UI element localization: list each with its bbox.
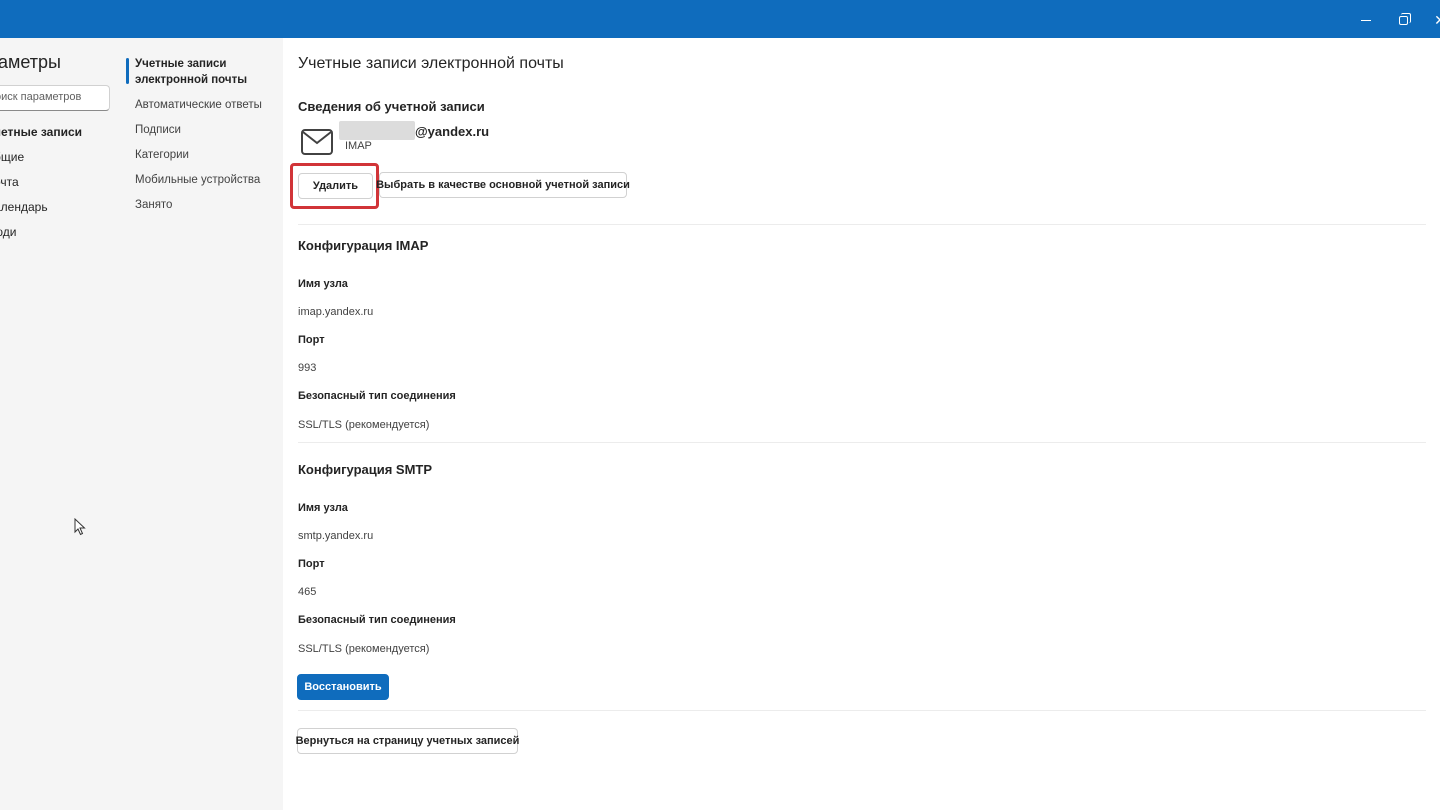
settings-sidebar: аметры оиск параметров четные записи бщи… <box>0 38 283 810</box>
sidebar-item-accounts[interactable]: четные записи <box>0 125 82 139</box>
back-to-accounts-button[interactable]: Вернуться на страницу учетных записей <box>296 728 519 754</box>
subnav-item-mobile-devices[interactable]: Мобильные устройства <box>135 172 260 188</box>
minimize-button[interactable] <box>1356 10 1376 30</box>
subnav-item-email-accounts[interactable]: Учетные записи электронной почты <box>135 56 247 88</box>
sidebar-item-general[interactable]: бщие <box>0 150 24 164</box>
smtp-port-label: Порт <box>298 558 325 570</box>
delete-account-button[interactable]: Удалить <box>298 173 373 199</box>
mail-icon <box>301 129 333 155</box>
set-primary-account-button[interactable]: Выбрать в качестве основной учетной запи… <box>376 172 630 198</box>
sidebar-item-mail[interactable]: очта <box>0 175 19 189</box>
minimize-icon <box>1361 19 1371 21</box>
imap-port-value: 993 <box>298 362 317 374</box>
smtp-security-value: SSL/TLS (рекомендуется) <box>298 643 430 655</box>
subnav-item-busy[interactable]: Занято <box>135 197 172 213</box>
imap-port-label: Порт <box>298 334 325 346</box>
subnav-item-auto-replies[interactable]: Автоматические ответы <box>135 97 262 113</box>
mouse-cursor-icon <box>74 518 86 536</box>
divider <box>298 224 1426 225</box>
account-type: IMAP <box>345 140 372 152</box>
imap-host-value: imap.yandex.ru <box>298 306 374 318</box>
main-content: Учетные записи электронной почты Сведени… <box>283 38 1440 810</box>
email-username-redacted <box>339 121 415 140</box>
subnav-item-categories[interactable]: Категории <box>135 147 189 163</box>
imap-host-label: Имя узла <box>298 278 348 290</box>
account-email: @yandex.ru <box>415 124 490 139</box>
close-button[interactable]: ✕ <box>1430 10 1440 30</box>
page-title: Учетные записи электронной почты <box>298 55 564 72</box>
divider <box>298 710 1426 711</box>
subnav-item-signatures[interactable]: Подписи <box>135 122 181 138</box>
smtp-section-title: Конфигурация SMTP <box>298 462 433 477</box>
sidebar-item-calendar[interactable]: алендарь <box>0 200 48 214</box>
smtp-security-label: Безопасный тип соединения <box>298 614 456 626</box>
title-bar: ✕ <box>0 0 1440 38</box>
restore-icon <box>1398 12 1411 25</box>
imap-security-label: Безопасный тип соединения <box>298 390 456 402</box>
search-input[interactable]: оиск параметров <box>0 85 110 111</box>
smtp-host-label: Имя узла <box>298 502 348 514</box>
divider <box>298 442 1426 443</box>
close-icon: ✕ <box>1434 11 1440 28</box>
account-section-title: Сведения об учетной записи <box>298 99 485 114</box>
restore-button[interactable] <box>1393 10 1413 30</box>
smtp-port-value: 465 <box>298 586 317 598</box>
imap-section-title: Конфигурация IMAP <box>298 238 429 253</box>
restore-button[interactable]: Восстановить <box>297 674 389 700</box>
smtp-host-value: smtp.yandex.ru <box>298 530 374 542</box>
sidebar-item-people[interactable]: юди <box>0 225 16 239</box>
imap-security-value: SSL/TLS (рекомендуется) <box>298 419 430 431</box>
subnav-active-indicator <box>126 58 129 84</box>
settings-title: аметры <box>0 52 61 72</box>
